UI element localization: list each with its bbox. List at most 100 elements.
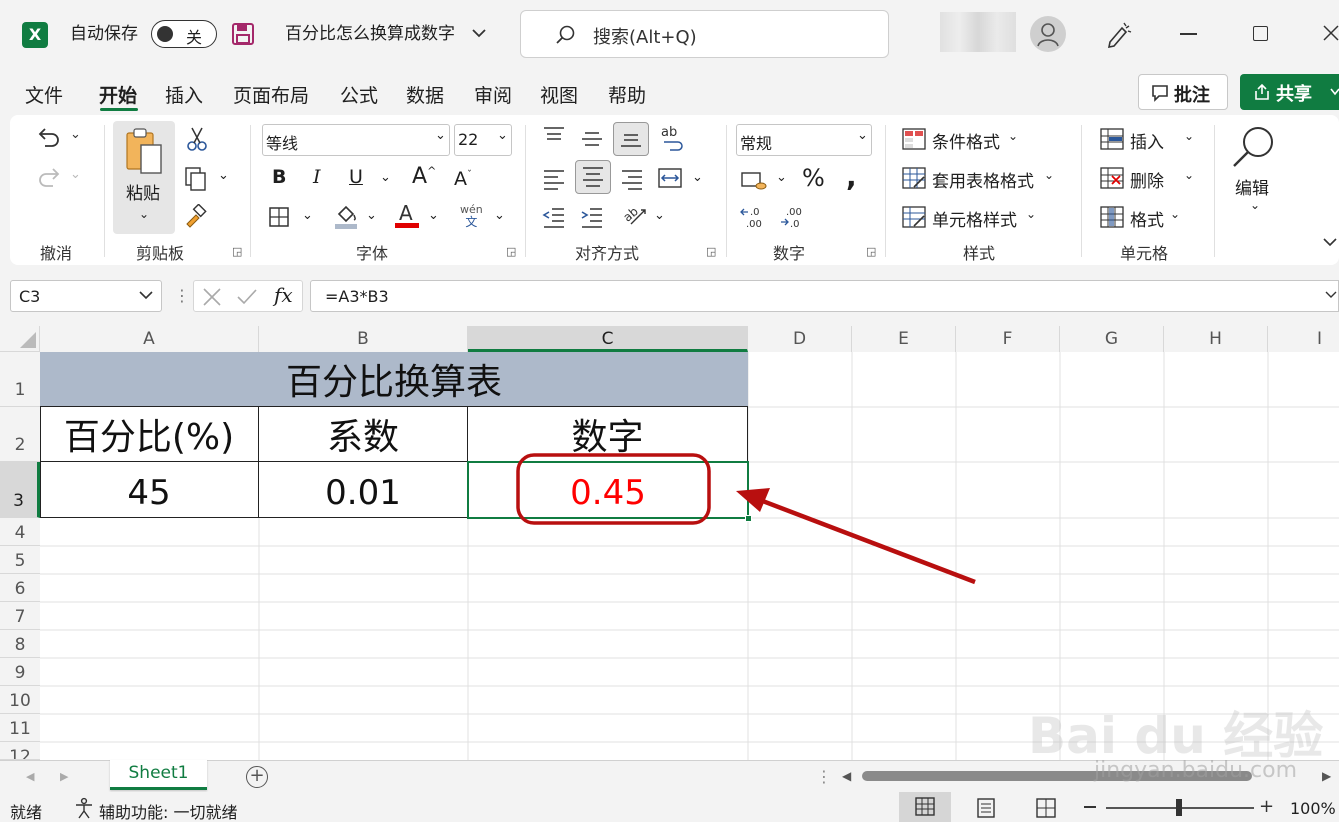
close-icon[interactable]	[1322, 24, 1339, 42]
column-header[interactable]: A	[40, 326, 259, 352]
row-header[interactable]: 7	[0, 602, 40, 630]
zoom-level[interactable]: 100%	[1290, 799, 1336, 818]
row-header[interactable]: 4	[0, 518, 40, 546]
chevron-down-icon[interactable]: ⌄	[428, 208, 439, 223]
tab-review[interactable]: 审阅	[474, 81, 512, 108]
number-format-select[interactable]: 常规 ⌄	[736, 124, 872, 156]
chevron-down-icon[interactable]: ⌄	[139, 207, 149, 221]
bold-button[interactable]: B	[272, 166, 286, 188]
cancel-entry-icon[interactable]	[202, 287, 222, 307]
row-header[interactable]: 1	[0, 352, 40, 407]
merge-center-icon[interactable]	[657, 166, 683, 190]
formula-input[interactable]: =A3*B3	[310, 280, 1339, 312]
tab-formulas[interactable]: 公式	[340, 81, 378, 108]
tab-insert[interactable]: 插入	[165, 81, 203, 108]
align-left-icon[interactable]	[542, 168, 566, 190]
avatar[interactable]	[1030, 16, 1066, 52]
scroll-tabs-left-icon[interactable]: ◀	[26, 770, 34, 783]
header-cell-coefficient[interactable]: 系数	[259, 407, 468, 462]
header-cell-percent[interactable]: 百分比(%)	[40, 407, 259, 462]
increase-decimal-icon[interactable]: .0.00	[740, 204, 768, 230]
add-sheet-icon[interactable]: +	[246, 766, 268, 788]
row-header[interactable]: 12	[0, 742, 40, 760]
currency-format-icon[interactable]	[740, 168, 768, 192]
underline-button[interactable]: U	[349, 166, 363, 188]
pen-icon[interactable]	[1104, 20, 1132, 48]
row-header[interactable]: 10	[0, 686, 40, 714]
autosave-toggle[interactable]: 关	[151, 20, 217, 48]
page-break-view-icon[interactable]	[1036, 798, 1056, 818]
file-title[interactable]: 百分比怎么换算成数字	[285, 24, 455, 44]
column-header[interactable]: F	[956, 326, 1060, 352]
column-header[interactable]: D	[748, 326, 852, 352]
column-header[interactable]: G	[1060, 326, 1164, 352]
accessibility-icon[interactable]	[73, 797, 95, 819]
row-header[interactable]: 2	[0, 407, 40, 462]
maximize-icon[interactable]	[1253, 26, 1268, 41]
chevron-down-icon[interactable]: ⌄	[70, 127, 81, 142]
chevron-down-icon[interactable]	[1325, 290, 1337, 300]
zoom-out-icon[interactable]	[1084, 806, 1096, 808]
column-header[interactable]: I	[1268, 326, 1339, 352]
font-size-select[interactable]: 22 ⌄	[454, 124, 512, 156]
increase-indent-icon[interactable]	[580, 206, 604, 228]
cut-icon[interactable]	[186, 126, 208, 152]
fill-handle[interactable]	[745, 515, 752, 522]
comma-style-icon[interactable]: ,	[846, 160, 857, 193]
formula-bar-grip-icon[interactable]: ⋮	[174, 286, 190, 305]
chevron-down-icon[interactable]: ⌄	[692, 170, 703, 185]
format-painter-icon[interactable]	[184, 204, 208, 228]
chevron-down-icon[interactable]: ⌄	[654, 208, 665, 223]
chevron-down-icon[interactable]: ⌄	[218, 168, 229, 183]
select-all-corner[interactable]	[0, 326, 40, 352]
tab-split-grip-icon[interactable]: ⋮	[816, 767, 832, 786]
align-bottom-icon[interactable]	[613, 122, 649, 156]
percent-style-icon[interactable]: %	[802, 164, 825, 192]
sheet-tab-active[interactable]: Sheet1	[110, 760, 207, 790]
font-name-select[interactable]: 等线 ⌄	[262, 124, 450, 156]
row-header[interactable]: 9	[0, 658, 40, 686]
column-header[interactable]: B	[259, 326, 468, 352]
status-accessibility[interactable]: 辅助功能: 一切就绪	[99, 799, 237, 822]
wrap-text-icon[interactable]: ab	[660, 124, 686, 152]
ribbon-expand-chevron-icon[interactable]	[1322, 236, 1338, 248]
scroll-right-icon[interactable]: ▶	[1322, 769, 1331, 783]
zoom-slider-thumb[interactable]	[1176, 799, 1182, 816]
italic-button[interactable]: I	[313, 166, 321, 188]
chevron-down-icon[interactable]: ⌄	[380, 170, 391, 185]
column-header-selected[interactable]: C	[468, 326, 748, 352]
tab-page-layout[interactable]: 页面布局	[233, 81, 309, 108]
paste-button[interactable]: 粘贴 ⌄	[113, 121, 175, 234]
dialog-launcher-icon[interactable]: ◲	[706, 245, 716, 258]
tab-view[interactable]: 视图	[540, 81, 578, 108]
minimize-icon[interactable]	[1180, 33, 1197, 35]
align-center-icon[interactable]	[575, 160, 611, 194]
tab-data[interactable]: 数据	[406, 81, 444, 108]
grow-font-icon[interactable]: A^	[412, 164, 436, 189]
cell-a3[interactable]: 45	[40, 462, 259, 518]
orientation-icon[interactable]: ab	[621, 202, 649, 228]
dialog-launcher-icon[interactable]: ◲	[506, 245, 516, 258]
save-icon[interactable]	[231, 22, 255, 46]
column-header[interactable]: H	[1164, 326, 1268, 352]
cell-b3[interactable]: 0.01	[259, 462, 468, 518]
tab-file[interactable]: 文件	[25, 81, 63, 108]
header-cell-number[interactable]: 数字	[468, 407, 748, 462]
editing-button[interactable]: 编辑 ⌄	[1228, 124, 1282, 224]
align-right-icon[interactable]	[620, 168, 644, 190]
tab-help[interactable]: 帮助	[608, 81, 646, 108]
dialog-launcher-icon[interactable]: ◲	[232, 245, 242, 258]
tab-home[interactable]: 开始	[99, 81, 137, 108]
undo-icon[interactable]	[35, 126, 63, 150]
align-middle-icon[interactable]	[580, 128, 604, 150]
normal-view-button[interactable]	[899, 792, 951, 822]
confirm-entry-icon[interactable]	[236, 287, 258, 307]
row-header[interactable]: 5	[0, 546, 40, 574]
share-button[interactable]: 共享	[1240, 74, 1339, 110]
comments-button[interactable]: 批注	[1138, 74, 1228, 110]
zoom-in-icon[interactable]: +	[1259, 796, 1274, 817]
decrease-decimal-icon[interactable]: .00.0	[780, 204, 808, 230]
row-header[interactable]: 6	[0, 574, 40, 602]
search-box[interactable]: 搜索(Alt+Q)	[520, 10, 889, 58]
insert-function-icon[interactable]: fx	[274, 283, 293, 307]
